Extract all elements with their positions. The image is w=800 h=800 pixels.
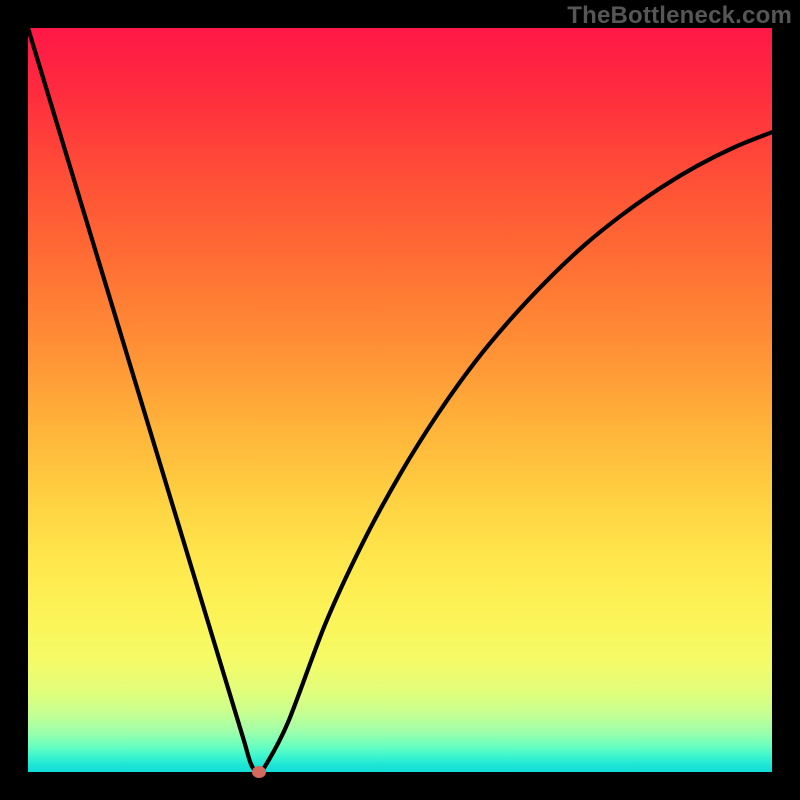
- curve-svg: [28, 28, 772, 772]
- chart-container: TheBottleneck.com: [0, 0, 800, 800]
- bottleneck-curve: [28, 28, 772, 772]
- plot-area: [28, 28, 772, 772]
- optimal-point-marker: [252, 766, 266, 778]
- watermark-text: TheBottleneck.com: [567, 2, 792, 30]
